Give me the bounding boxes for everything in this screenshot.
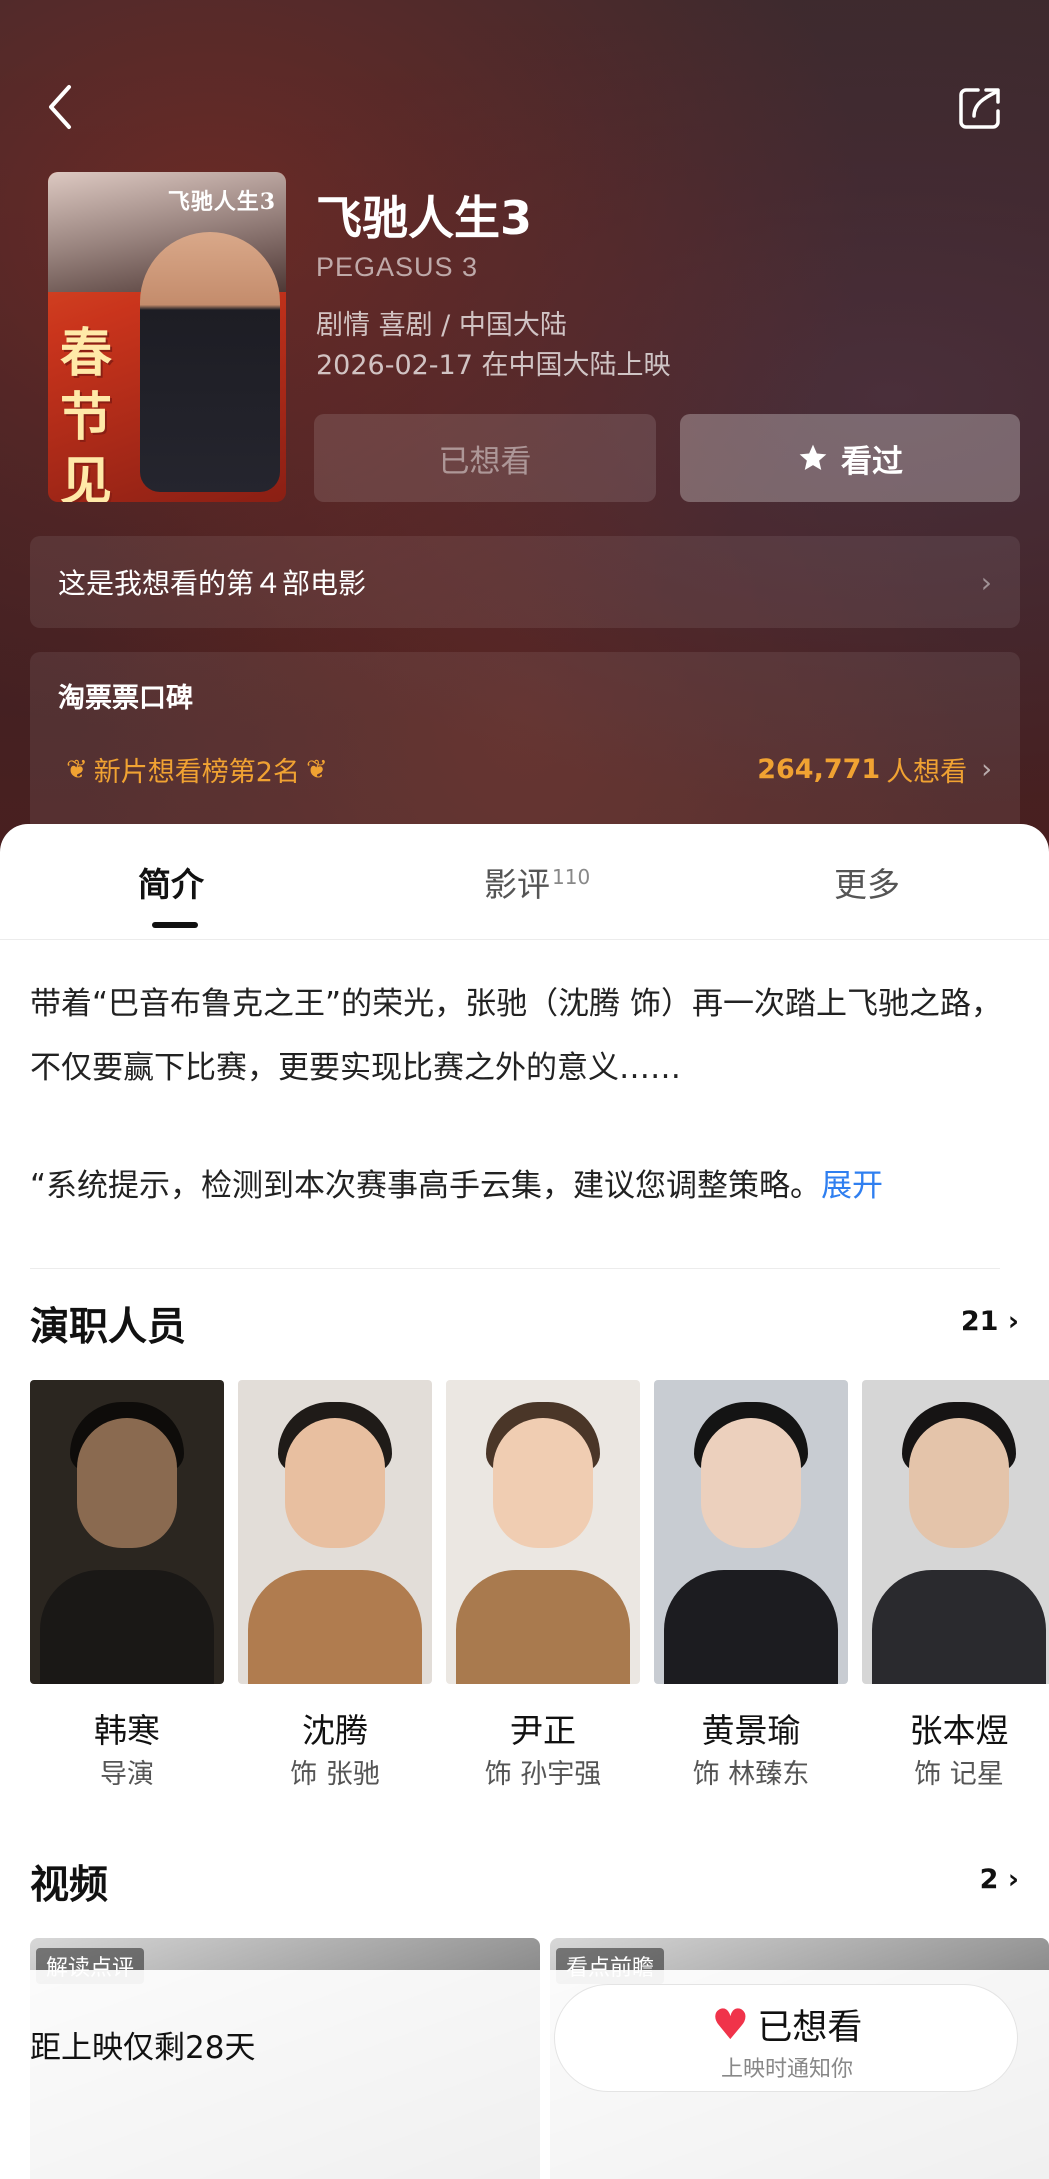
chevron-right-icon: › (981, 754, 992, 785)
video-count: 2 (979, 1864, 999, 1895)
share-button[interactable] (956, 84, 1004, 132)
koubei-title: 淘票票口碑 (58, 683, 193, 714)
tab-reviews-count: 110 (552, 865, 591, 889)
want-to-watch-label: 已想看 (438, 443, 532, 480)
movie-poster[interactable]: 飞驰人生3 春节见 (48, 172, 286, 502)
poster-figure-graphic (140, 232, 280, 492)
tab-more-label: 更多 (834, 865, 900, 904)
chevron-right-icon: › (980, 565, 992, 599)
movie-release-date: 2026-02-17 在中国大陆上映 (316, 350, 671, 381)
synopsis-quote: “系统提示，检测到本次赛事高手云集，建议您调整策略。展开 (30, 1160, 1030, 1205)
tab-active-indicator (152, 922, 198, 928)
ranking-badge[interactable]: ❦ 新片想看榜第2名 ❦ (66, 750, 328, 789)
tab-intro[interactable]: 简介 (138, 858, 204, 906)
wanted-button[interactable]: ♥ 已想看 上映时通知你 (554, 1984, 1018, 2092)
poster-title: 飞驰人生3 (167, 189, 276, 215)
cast-card[interactable]: 沈腾 饰 张驰 (238, 1380, 432, 1800)
cast-photo (862, 1380, 1049, 1684)
cast-photo (446, 1380, 640, 1684)
want-count-text: 这是我想看的第４部电影 (58, 567, 367, 600)
chevron-right-icon: › (1007, 1864, 1019, 1895)
movie-title: 飞驰人生3 (316, 191, 533, 245)
cast-role: 饰 孙宇强 (484, 1759, 602, 1790)
cast-photo (30, 1380, 224, 1684)
cast-photo (238, 1380, 432, 1684)
movie-header: 飞驰人生3 春节见 飞驰人生3 PEGASUS 3 剧情 喜剧 / 中国大陆 2… (0, 0, 1049, 880)
laurel-right-icon: ❦ (305, 754, 328, 785)
cast-card[interactable]: 尹正 饰 孙宇强 (446, 1380, 640, 1800)
want-count-row[interactable]: 这是我想看的第４部电影 › (30, 536, 1020, 628)
chevron-left-icon (49, 85, 71, 129)
cast-card[interactable]: 张本煜 饰 记星 (862, 1380, 1049, 1800)
cast-role: 导演 (100, 1759, 154, 1790)
tab-bar: 简介 影评 110 更多 (0, 824, 1049, 940)
release-countdown: 距上映仅剩28天 (30, 2030, 256, 2066)
wanted-main: ♥ 已想看 (555, 1999, 1019, 2050)
cast-card[interactable]: 韩寒 导演 (30, 1380, 224, 1800)
movie-genres-region: 剧情 喜剧 / 中国大陆 (316, 310, 567, 341)
back-button[interactable] (40, 80, 80, 134)
video-count-link[interactable]: 2 › (980, 1864, 1019, 1895)
tab-reviews[interactable]: 影评 110 (484, 858, 590, 906)
cast-photo (654, 1380, 848, 1684)
bottom-action-bar: 距上映仅剩28天 ♥ 已想看 上映时通知你 (0, 1970, 1049, 2179)
poster-slogan: 春节见 (59, 323, 112, 502)
quote-text: “系统提示，检测到本次赛事高手云集，建议您调整策略。 (30, 1168, 822, 1204)
tab-intro-label: 简介 (138, 865, 204, 904)
tab-more[interactable]: 更多 (834, 858, 900, 906)
cast-name: 尹正 (510, 1711, 576, 1750)
cast-card[interactable]: 黄景瑜 饰 林臻东 (654, 1380, 848, 1800)
wanted-label: 已想看 (757, 2008, 863, 2048)
cast-name: 张本煜 (909, 1711, 1009, 1750)
heart-icon: ♥ (711, 1999, 750, 2049)
ranking-text: 新片想看榜第2名 (93, 757, 300, 788)
cast-count: 21 (960, 1306, 999, 1337)
want-to-watch-button[interactable]: 已想看 (314, 414, 656, 502)
want-total[interactable]: 264,771 人想看 › (757, 750, 992, 789)
want-total-number: 264,771 (757, 754, 881, 785)
movie-english-title: PEGASUS 3 (316, 252, 479, 282)
cast-list: 韩寒 导演 沈腾 饰 张驰 尹正 饰 孙宇强 黄景瑜 饰 林臻东 张本煜 饰 记… (30, 1380, 1049, 1800)
koubei-card[interactable]: 淘票票口碑 ❦ 新片想看榜第2名 ❦ 264,771 人想看 › (30, 652, 1020, 832)
want-total-suffix: 人想看 (886, 757, 968, 788)
video-section-title: 视频 (30, 1863, 109, 1908)
watched-label: 看过 (841, 443, 903, 480)
watched-button[interactable]: 看过 (680, 414, 1020, 502)
synopsis-text: 带着“巴音布鲁克之王”的荣光，张驰（沈腾 饰）再一次踏上飞驰之路，不仅要赢下比赛… (30, 986, 1002, 1086)
cast-name: 黄景瑜 (701, 1711, 801, 1750)
cast-role: 饰 林臻东 (692, 1759, 810, 1790)
chevron-right-icon: › (1007, 1306, 1019, 1337)
cast-section-title: 演职人员 (30, 1305, 187, 1350)
cast-count-link[interactable]: 21 › (961, 1306, 1019, 1337)
cast-name: 韩寒 (94, 1711, 160, 1750)
cast-role: 饰 张驰 (290, 1759, 380, 1790)
movie-meta: 剧情 喜剧 / 中国大陆 2026-02-17 在中国大陆上映 (316, 306, 671, 386)
expand-link[interactable]: 展开 (821, 1168, 883, 1204)
laurel-left-icon: ❦ (66, 754, 88, 785)
cast-name: 沈腾 (302, 1711, 368, 1750)
wanted-sub: 上映时通知你 (720, 2057, 853, 2082)
cast-role: 饰 记星 (914, 1759, 1004, 1790)
tab-reviews-label: 影评 (484, 865, 550, 904)
share-icon (959, 88, 1000, 129)
divider (30, 1268, 1000, 1269)
star-icon (799, 444, 827, 470)
